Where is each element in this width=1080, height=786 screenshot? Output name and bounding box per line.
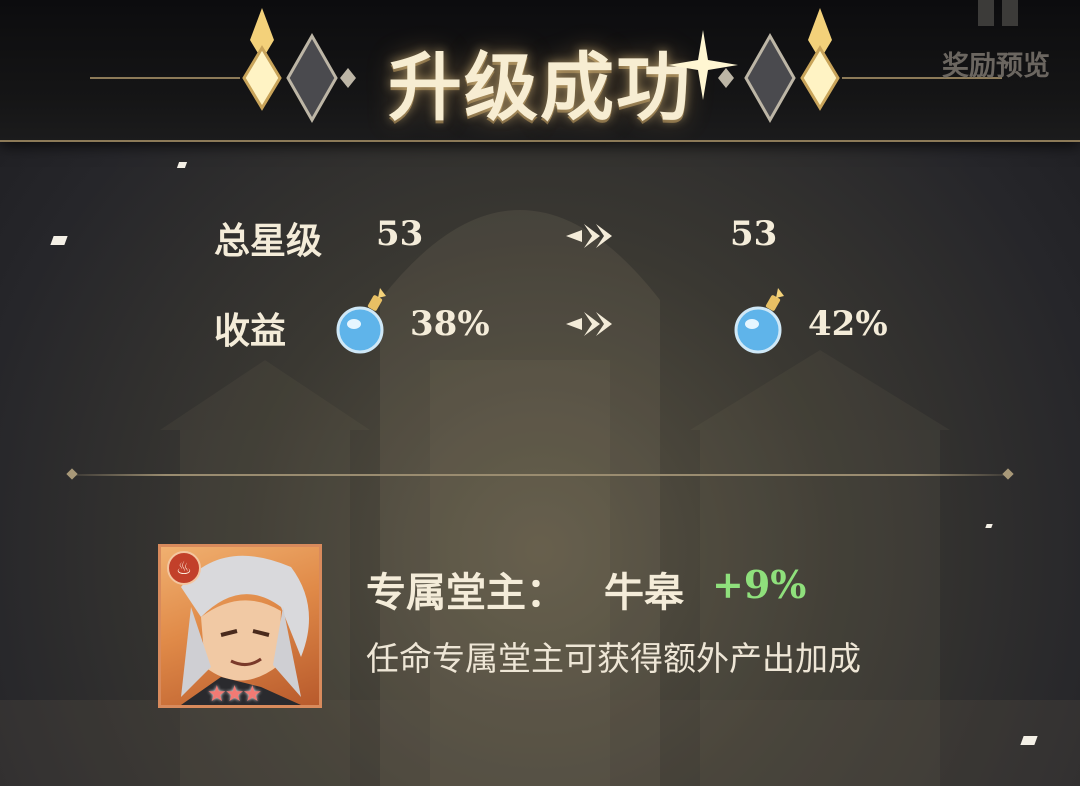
fire-icon: ♨ xyxy=(167,551,201,585)
keeper-name: 牛皋 xyxy=(604,569,684,616)
keeper-title: 专属堂主： xyxy=(366,569,566,616)
keeper-description: 任命专属堂主可获得额外产出加成 xyxy=(366,639,861,678)
reward-preview-button[interactable]: 奖励预览 xyxy=(942,44,1050,83)
snow-particle xyxy=(50,236,68,245)
section-divider xyxy=(72,474,1008,476)
star-level-to: 53 xyxy=(730,214,778,254)
income-from: 38% xyxy=(410,304,490,344)
income-label: 收益 xyxy=(214,310,287,352)
snow-particle xyxy=(1020,736,1038,745)
snow-particle xyxy=(985,524,993,528)
arrow-right-icon xyxy=(566,312,612,336)
potion-icon xyxy=(734,288,784,354)
potion-icon xyxy=(336,288,386,354)
keeper-bonus: +9% xyxy=(712,562,807,607)
star-level-from: 53 xyxy=(376,214,424,254)
snow-particle xyxy=(176,162,188,168)
income-to: 42% xyxy=(808,304,888,344)
star-level-label: 总星级 xyxy=(214,220,323,262)
star-rating: ★★★ xyxy=(207,682,262,707)
keeper-portrait[interactable]: ♨ ★★★ xyxy=(158,544,322,708)
pause-icon[interactable] xyxy=(978,0,1030,28)
title-banner: 升级成功 奖励预览 xyxy=(0,0,1080,142)
page-title: 升级成功 xyxy=(388,45,692,131)
arrow-right-icon xyxy=(566,224,612,248)
left-diamond-ornament xyxy=(90,8,356,124)
